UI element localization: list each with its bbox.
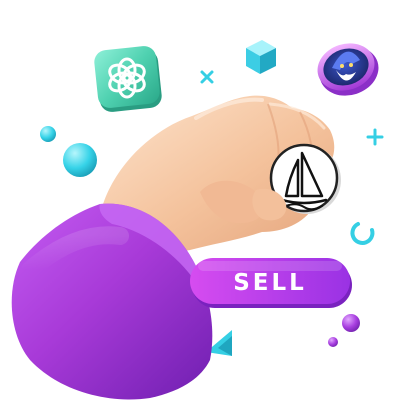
cyan-cube xyxy=(246,40,276,74)
wizard-coin-icon xyxy=(317,43,379,96)
illustration-scene: SELL xyxy=(0,0,415,415)
purple-ball-small xyxy=(328,337,338,347)
teal-ball-small xyxy=(40,126,56,142)
sell-button-label: SELL xyxy=(233,270,307,296)
purple-ball-large xyxy=(342,314,360,332)
sparkle-cross-right xyxy=(366,128,384,146)
chatgpt-logo-icon xyxy=(94,46,162,112)
sparkle-cross-left xyxy=(200,70,214,84)
cyan-ring xyxy=(350,222,375,245)
sell-button[interactable]: SELL xyxy=(190,258,352,308)
teal-ball-large xyxy=(63,143,97,177)
scene-svg: SELL xyxy=(11,40,384,400)
